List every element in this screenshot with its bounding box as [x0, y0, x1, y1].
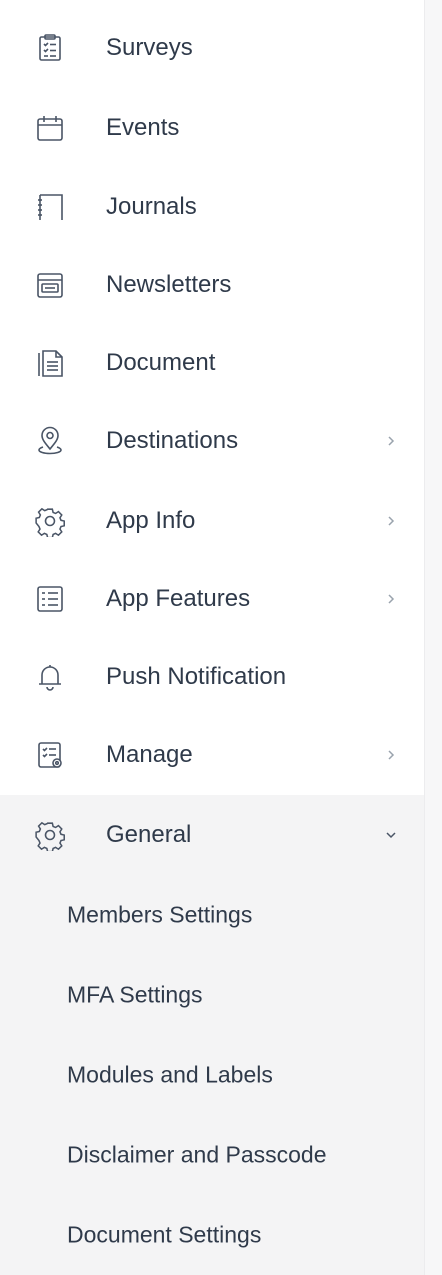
sidebar-item-label: Events	[106, 114, 180, 141]
sidebar-subitem-label: Members Settings	[67, 901, 253, 928]
sidebar-item-app-info[interactable]: App Info	[0, 481, 424, 561]
sidebar-subitem-label: MFA Settings	[67, 981, 203, 1008]
sidebar-item-label: Journals	[106, 193, 197, 220]
sidebar-item-app-features[interactable]: App Features	[0, 559, 424, 639]
sidebar-item-label: App Features	[106, 585, 251, 612]
content-area-edge	[424, 0, 442, 1275]
sidebar-item-newsletters[interactable]: Newsletters	[0, 245, 424, 325]
sidebar-item-manage[interactable]: Manage	[0, 715, 424, 795]
sidebar-item-surveys[interactable]: Surveys	[0, 8, 424, 88]
journal-icon	[34, 191, 66, 223]
sidebar-item-general[interactable]: General	[0, 795, 424, 875]
document-icon	[34, 347, 66, 379]
sidebar-item-label: Document	[106, 349, 216, 376]
sidebar-subitem-label: Modules and Labels	[67, 1061, 273, 1088]
sidebar-subitem-label: Document Settings	[67, 1221, 262, 1248]
sidebar-subitem-members-settings[interactable]: Members Settings	[0, 875, 424, 955]
sidebar-subitem-modules-and-labels[interactable]: Modules and Labels	[0, 1035, 424, 1115]
sidebar-subitem-label: Disclaimer and Passcode	[67, 1141, 327, 1168]
sidebar-subitem-disclaimer-and-passcode[interactable]: Disclaimer and Passcode	[0, 1115, 424, 1195]
gear-icon	[34, 819, 66, 851]
sidebar-subitem-mfa-settings[interactable]: MFA Settings	[0, 955, 424, 1035]
sidebar-item-label: Surveys	[106, 34, 193, 61]
sidebar-nav: Surveys Events Journals Newsletters Docu…	[0, 0, 424, 1275]
chevron-down-icon	[384, 828, 398, 842]
sidebar-item-push-notification[interactable]: Push Notification	[0, 637, 424, 717]
location-pin-icon	[34, 425, 66, 457]
chevron-right-icon	[384, 514, 398, 528]
survey-icon	[34, 32, 66, 64]
bell-icon	[34, 661, 66, 693]
manage-checklist-icon	[34, 739, 66, 771]
sidebar-item-document[interactable]: Document	[0, 323, 424, 403]
list-icon	[34, 583, 66, 615]
sidebar-item-label: Push Notification	[106, 663, 287, 690]
gear-icon	[34, 505, 66, 537]
sidebar-item-label: Newsletters	[106, 271, 232, 298]
chevron-right-icon	[384, 592, 398, 606]
sidebar-item-label: App Info	[106, 507, 196, 534]
sidebar-item-label: General	[106, 821, 192, 848]
newsletter-icon	[34, 269, 66, 301]
chevron-right-icon	[384, 748, 398, 762]
sidebar-item-destinations[interactable]: Destinations	[0, 401, 424, 481]
chevron-right-icon	[384, 434, 398, 448]
sidebar-item-journals[interactable]: Journals	[0, 167, 424, 247]
calendar-icon	[34, 112, 66, 144]
sidebar-subitem-document-settings[interactable]: Document Settings	[0, 1195, 424, 1275]
sidebar-item-label: Destinations	[106, 427, 239, 454]
sidebar-item-label: Manage	[106, 741, 193, 768]
sidebar-item-events[interactable]: Events	[0, 88, 424, 168]
